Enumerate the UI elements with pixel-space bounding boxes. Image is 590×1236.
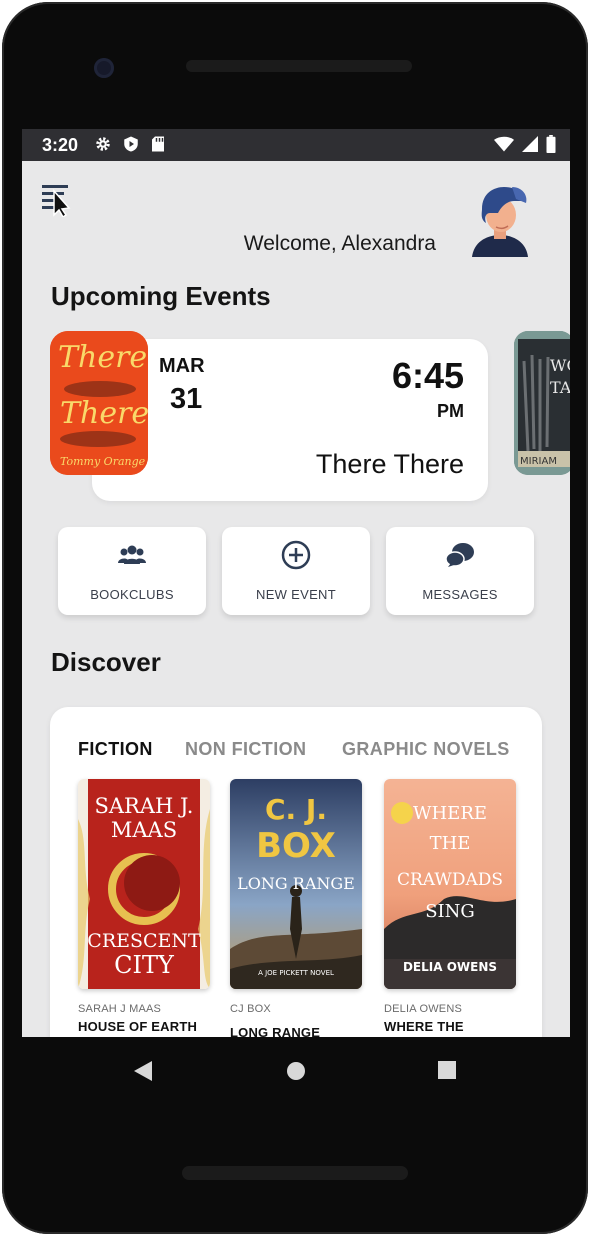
book-author: DELIA OWENS (384, 1003, 462, 1015)
new-event-label: NEW EVENT (256, 587, 336, 602)
event-book-cover[interactable]: There There Tommy Orange (50, 331, 148, 475)
status-bar: 3:20 (22, 129, 570, 161)
status-time: 3:20 (42, 135, 79, 155)
back-icon[interactable] (134, 1061, 152, 1081)
messages-label: MESSAGES (422, 587, 498, 602)
svg-text:MIRIAM: MIRIAM (520, 456, 557, 467)
status-icons-right (494, 135, 556, 153)
book-cover-where-the-crawdads-sing[interactable]: WHERE THE CRAWDADS SING DELIA OWENS (384, 779, 516, 989)
svg-text:A JOE PICKETT NOVEL: A JOE PICKETT NOVEL (258, 969, 334, 977)
svg-text:WHERE: WHERE (413, 803, 487, 824)
sd-card-icon (152, 136, 164, 152)
svg-text:THE: THE (430, 833, 471, 854)
new-event-button[interactable]: NEW EVENT (222, 527, 370, 615)
messages-button[interactable]: MESSAGES (386, 527, 534, 615)
svg-text:CITY: CITY (114, 951, 175, 979)
tab-fiction[interactable]: FICTION (78, 739, 153, 760)
earpiece-speaker (186, 60, 412, 72)
book-cover-crescent-city[interactable]: SARAH J. MAAS CRESCENT CITY (78, 779, 210, 989)
app-screen: 3:20 Welcome, Alexandra Upcoming Events … (22, 129, 570, 1037)
discover-title: Discover (51, 647, 161, 677)
book-cover-art: WHERE THE CRAWDADS SING DELIA OWENS (384, 779, 516, 989)
svg-text:TAL: TAL (550, 378, 570, 397)
next-event-cover[interactable]: WO TAL MIRIAM (514, 331, 570, 475)
bookclubs-label: BOOKCLUBS (90, 587, 174, 602)
upcoming-events-title: Upcoming Events (51, 281, 271, 311)
chat-bubbles-icon (445, 543, 474, 567)
settings-icon (96, 137, 110, 151)
svg-text:There: There (58, 340, 147, 375)
avatar[interactable] (468, 183, 532, 257)
home-icon[interactable] (286, 1061, 306, 1081)
recents-icon[interactable] (438, 1061, 456, 1079)
signal-icon (522, 136, 538, 152)
book-author: CJ BOX (230, 1003, 271, 1015)
tab-graphic-novels[interactable]: GRAPHIC NOVELS (342, 739, 510, 760)
event-time: 6:45 (391, 355, 464, 396)
svg-text:WO: WO (550, 356, 570, 375)
welcome-text: Welcome, Alexandra (243, 232, 436, 255)
status-icons-left (94, 135, 166, 153)
book-cover-art: C. J. BOX LONG RANGE A JOE PICKETT NOVEL (230, 779, 362, 989)
event-book-title: There There (315, 449, 464, 479)
system-nav-bar (22, 1037, 570, 1103)
svg-text:C. J.: C. J. (265, 793, 327, 826)
user-avatar-icon (472, 187, 528, 257)
tab-non-fiction[interactable]: NON FICTION (185, 739, 306, 760)
svg-text:DELIA OWENS: DELIA OWENS (403, 960, 497, 974)
event-ampm: PM (437, 401, 464, 421)
book-cover-there-there: There There Tommy Orange (50, 331, 148, 475)
book-cover-long-range[interactable]: C. J. BOX LONG RANGE A JOE PICKETT NOVEL (230, 779, 362, 989)
svg-text:CRESCENT: CRESCENT (87, 930, 201, 952)
book-title[interactable]: HOUSE OF EARTH (78, 1019, 197, 1034)
shield-play-icon (124, 136, 138, 152)
book-title[interactable]: LONG RANGE (230, 1025, 320, 1037)
front-camera (94, 58, 114, 78)
svg-text:Tommy Orange: Tommy Orange (60, 455, 146, 468)
svg-text:BOX: BOX (256, 826, 336, 866)
svg-text:MAAS: MAAS (111, 818, 177, 842)
plus-circle-icon (281, 540, 311, 570)
svg-text:SARAH J.: SARAH J. (95, 794, 194, 818)
bottom-speaker (182, 1166, 408, 1180)
wifi-icon (494, 136, 514, 152)
svg-text:There: There (60, 396, 148, 431)
svg-text:CRAWDADS: CRAWDADS (397, 870, 503, 890)
event-month: MAR (159, 355, 205, 377)
book-title[interactable]: WHERE THE (384, 1019, 464, 1034)
menu-icon (42, 185, 71, 219)
menu-button[interactable] (40, 181, 76, 219)
people-icon (118, 545, 146, 564)
svg-text:SING: SING (425, 901, 475, 922)
svg-text:LONG RANGE: LONG RANGE (237, 874, 355, 893)
bookclubs-button[interactable]: BOOKCLUBS (58, 527, 206, 615)
main-content: Welcome, Alexandra Upcoming Events There… (22, 161, 570, 1037)
book-author: SARAH J MAAS (78, 1003, 162, 1015)
book-cover-art: SARAH J. MAAS CRESCENT CITY (78, 779, 210, 989)
event-day: 31 (170, 383, 203, 415)
battery-icon (546, 135, 556, 153)
book-cover-women-talking: WO TAL MIRIAM (514, 331, 570, 475)
